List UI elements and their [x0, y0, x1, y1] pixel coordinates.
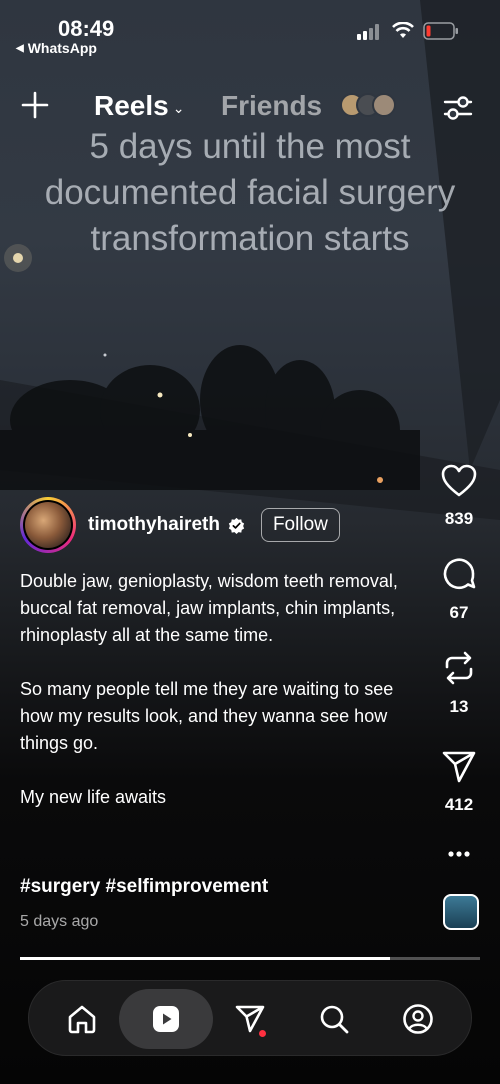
tab-reels[interactable]: Reels ⌄: [94, 90, 184, 122]
caption-paragraph: Double jaw, genioplasty, wisdom teeth re…: [20, 571, 398, 645]
heart-icon[interactable]: [441, 464, 477, 498]
repost-icon[interactable]: [441, 650, 477, 686]
avatar[interactable]: [20, 497, 76, 553]
audio-thumbnail[interactable]: [443, 894, 479, 930]
like-action[interactable]: 839: [436, 464, 482, 529]
home-icon: [68, 1005, 96, 1034]
caption[interactable]: Double jaw, genioplasty, wisdom teeth re…: [20, 568, 420, 838]
hashtags[interactable]: #surgery #selfimprovement: [20, 876, 268, 898]
notification-dot: [259, 1030, 266, 1037]
share-action[interactable]: 412: [436, 750, 482, 815]
nav-reels[interactable]: [119, 989, 213, 1049]
post-time: 5 days ago: [20, 913, 99, 930]
playback-progress-fill: [20, 957, 391, 960]
comment-icon[interactable]: [441, 556, 477, 592]
share-count: 412: [444, 795, 474, 814]
filter-sliders-icon[interactable]: [442, 92, 474, 124]
caption-paragraph: My new life awaits: [20, 787, 167, 807]
verified-badge-icon: [228, 517, 245, 534]
more-action[interactable]: [436, 846, 482, 867]
repost-count: 13: [449, 697, 469, 716]
like-count: 839: [444, 509, 474, 528]
follow-button[interactable]: Follow: [260, 508, 340, 542]
chevron-down-icon: ⌄: [172, 99, 185, 116]
share-icon[interactable]: [441, 750, 477, 784]
comment-count: 67: [449, 603, 469, 622]
reels-top-nav: Reels ⌄ Friends: [0, 88, 500, 128]
tab-friends[interactable]: Friends: [221, 90, 322, 122]
battery-icon: [423, 22, 458, 40]
avatar: [372, 93, 396, 117]
nav-home[interactable]: [35, 989, 129, 1049]
status-bar: 08:49 ◀ WhatsApp: [0, 14, 500, 58]
profile-icon: [403, 1004, 433, 1034]
more-icon[interactable]: [441, 846, 477, 862]
wifi-icon: [392, 22, 414, 38]
repost-action[interactable]: 13: [436, 650, 482, 717]
back-to-app-link[interactable]: ◀ WhatsApp: [16, 40, 97, 56]
tab-reels-label: Reels: [94, 90, 169, 121]
nav-messages[interactable]: [203, 989, 297, 1049]
nav-search[interactable]: [287, 989, 381, 1049]
author-row: timothyhaireth Follow: [20, 497, 340, 553]
bottom-nav: [28, 980, 472, 1056]
author-username[interactable]: timothyhaireth: [88, 514, 220, 536]
search-icon: [320, 1005, 349, 1034]
status-time: 08:49: [58, 16, 115, 41]
nav-profile[interactable]: [371, 989, 465, 1049]
friends-avatars[interactable]: [340, 93, 396, 117]
back-arrow-icon: ◀: [16, 42, 24, 54]
caption-paragraph: So many people tell me they are waiting …: [20, 679, 394, 753]
video-overlay-text: 5 days until the most documented facial …: [44, 127, 456, 258]
back-app-label: WhatsApp: [27, 40, 97, 56]
plus-icon[interactable]: [20, 90, 50, 120]
playback-progress-bar[interactable]: [20, 957, 480, 960]
reels-icon: [153, 1006, 179, 1032]
signal-icon: [357, 24, 379, 40]
comment-action[interactable]: 67: [436, 556, 482, 623]
